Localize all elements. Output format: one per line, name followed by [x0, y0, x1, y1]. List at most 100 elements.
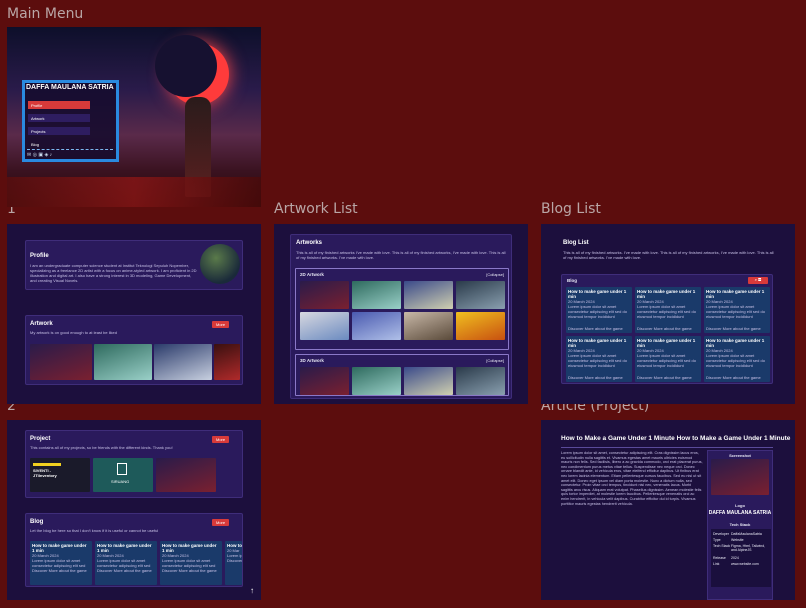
project-more-button[interactable]: More	[212, 436, 230, 443]
tech-row: Type Website	[713, 538, 744, 542]
logo-label: Logo	[735, 503, 745, 508]
tech-stack-table: Developer DaffaMaulanaSatria Type Website …	[711, 529, 771, 587]
blog-list-text: This is all of my finished artworks. I'v…	[563, 250, 774, 260]
artwork-3d-section: 3D Artwork [Collapse]	[295, 354, 509, 396]
article-body: Lorem ipsum dolor sit amet, consectetur …	[561, 451, 703, 506]
blog-card-title: How to make game under 1 min	[568, 289, 627, 299]
article-title: How to Make a Game Under 1 Minute How to…	[561, 435, 791, 442]
blog-card-footer[interactable]: Discover More about the game	[706, 326, 761, 331]
artwork-thumb[interactable]	[404, 312, 453, 340]
artworks-title: Artworks	[296, 240, 323, 246]
artwork-thumb[interactable]	[352, 367, 401, 395]
artwork-thumb[interactable]	[94, 344, 152, 380]
screen-1: Profile I am an undergraduate computer s…	[7, 224, 261, 404]
blog-list-card[interactable]: How to make game under 1 min 20 March 202…	[704, 336, 770, 382]
blog-post-card[interactable]: How to make game under 1 min 20 March 20…	[95, 541, 157, 585]
blog-card-text: Lorem ipsum dolor sit amet consectetur a…	[706, 304, 765, 319]
menu-item-blog[interactable]: Blog	[28, 140, 90, 148]
article-screenshot[interactable]	[711, 459, 769, 495]
blog-list-card[interactable]: How to make game under 1 min 20 March 202…	[704, 287, 770, 333]
blog-list-card[interactable]: How to make game under 1 min 20 March 202…	[566, 287, 632, 333]
logo-name: DAFFA MAULANA SATRIA	[708, 510, 772, 516]
project-label: SIRUANG	[111, 479, 130, 484]
collapse-2d-button[interactable]: [Collapse]	[486, 272, 504, 277]
project-thumb-siruang[interactable]: SIRUANG	[93, 458, 153, 492]
blog-title: Blog	[30, 519, 44, 525]
artwork-thumb[interactable]	[300, 281, 349, 309]
tech-stack-label: Tech Stack	[729, 522, 751, 527]
artwork-thumb[interactable]	[456, 281, 505, 309]
project-thumb-siventi[interactable]: SIVENTI - JTIInventory	[30, 458, 90, 492]
artwork-2d-section: 2D Artwork [Collapse]	[295, 268, 509, 350]
artwork-thumb[interactable]	[214, 344, 240, 380]
profile-card: Profile I am an undergraduate computer s…	[25, 240, 243, 290]
artwork-thumb[interactable]	[30, 344, 92, 380]
artwork-thumb[interactable]	[404, 281, 453, 309]
screen-2: Project This contains all of my projects…	[7, 420, 261, 600]
blog-section-title: Blog	[567, 278, 577, 283]
menu-item-projects[interactable]: Projects	[28, 127, 90, 135]
article-screen: How to Make a Game Under 1 Minute How to…	[541, 420, 795, 600]
artworks-panel: Artworks This is all of my finished artw…	[290, 234, 512, 399]
blog-card-footer[interactable]: Discover More about the game	[568, 375, 623, 380]
blog-card-text: Lorem ipsum dolor sit amet consectetur a…	[637, 304, 696, 319]
collapse-3d-button[interactable]: [Collapse]	[486, 358, 504, 363]
artwork-thumb[interactable]	[154, 344, 212, 380]
blog-card-footer[interactable]: Discover More about the game	[706, 375, 761, 380]
artwork-thumb[interactable]	[456, 367, 505, 395]
artwork-thumb[interactable]	[404, 367, 453, 395]
label-main-menu: Main Menu	[7, 6, 84, 22]
blog-post-card[interactable]: How to make game under 1 min 20 March 20…	[30, 541, 92, 585]
artwork-thumb[interactable]	[352, 281, 401, 309]
blog-list-card[interactable]: How to make game under 1 min 20 March 202…	[635, 287, 701, 333]
blog-card-title: How to make game under 1 min	[706, 338, 765, 348]
blog-text: Let the blog be here so that I don't kno…	[30, 528, 159, 533]
project-card: Project This contains all of my projects…	[25, 430, 243, 498]
tech-row: Release 2024	[713, 556, 739, 560]
blog-card-title: How to make game under 1 min	[637, 338, 696, 348]
blog-card-title: How to make game under 1 min	[706, 289, 765, 299]
main-menu-window: DAFFA MAULANA SATRIA Profile Artwork Pro…	[22, 80, 119, 162]
project-thumb[interactable]	[156, 458, 216, 492]
social-icons[interactable]: ✉ ◎ ▣ ◈ ♪	[27, 152, 52, 158]
blog-card-footer[interactable]: Discover More about the game	[637, 326, 692, 331]
blog-card-footer[interactable]: Discover More about the game	[637, 375, 692, 380]
artwork-card: Artwork My artwork is on good enough to …	[25, 315, 243, 385]
blog-card-text: Lorem ipsum dolor sit amet consectetur a…	[637, 353, 696, 368]
blog-list-card[interactable]: How to make game under 1 min 20 March 202…	[635, 336, 701, 382]
artworks-text: This is all of my finished artworks I've…	[296, 250, 506, 260]
artwork-more-button[interactable]: More	[212, 321, 230, 328]
blog-card-footer[interactable]: Discover More about the game	[568, 326, 623, 331]
menu-item-artwork[interactable]: Artwork	[28, 114, 90, 122]
tech-row: Link www.website.com	[713, 562, 759, 566]
project-text: This contains all of my projects, so be …	[30, 445, 173, 450]
blog-list-screen: Blog List This is all of my finished art…	[541, 224, 795, 404]
blog-card-title: How to make game under 1 min	[568, 338, 627, 348]
profile-text: I am an undergraduate computer science s…	[30, 263, 197, 283]
artwork-thumb[interactable]	[456, 312, 505, 340]
menu-item-profile[interactable]: Profile	[28, 101, 90, 109]
artwork-thumb[interactable]	[300, 312, 349, 340]
search-icon[interactable]: ⌕ ▤	[748, 277, 768, 284]
project-title: Project	[30, 436, 51, 442]
scroll-top-icon[interactable]: ↑	[250, 586, 254, 595]
label-blog-list: Blog List	[541, 201, 601, 217]
section-2d-title: 2D Artwork	[300, 272, 324, 277]
tech-row: Developer DaffaMaulanaSatria	[713, 532, 762, 536]
blog-post-card[interactable]: How to make game under 1 min 20 March 20…	[160, 541, 222, 585]
artwork-thumb[interactable]	[300, 367, 349, 395]
blog-list-panel: Blog ⌕ ▤ How to make game under 1 min 20 …	[561, 274, 773, 384]
section-3d-title: 3D Artwork	[300, 358, 324, 363]
article-sidebar: Screenshot Logo DAFFA MAULANA SATRIA Tec…	[707, 450, 773, 600]
blog-post-card[interactable]: How to m 20 Mar Lorem ipsum Discover	[225, 541, 242, 585]
project-label: SIVENTI - JTIInventory	[33, 468, 57, 478]
avatar	[200, 244, 240, 284]
blog-list-title: Blog List	[563, 240, 589, 246]
flower-field	[7, 177, 261, 207]
blog-list-card[interactable]: How to make game under 1 min 20 March 202…	[566, 336, 632, 382]
blog-more-button[interactable]: More	[212, 519, 230, 526]
blog-card-text: Lorem ipsum dolor sit amet consectetur a…	[568, 353, 627, 368]
artwork-list-screen: Artworks This is all of my finished artw…	[274, 224, 528, 404]
artwork-thumb[interactable]	[352, 312, 401, 340]
tech-row: Tech Stack Figma, Html, Tailwind, and Alp…	[713, 544, 766, 552]
